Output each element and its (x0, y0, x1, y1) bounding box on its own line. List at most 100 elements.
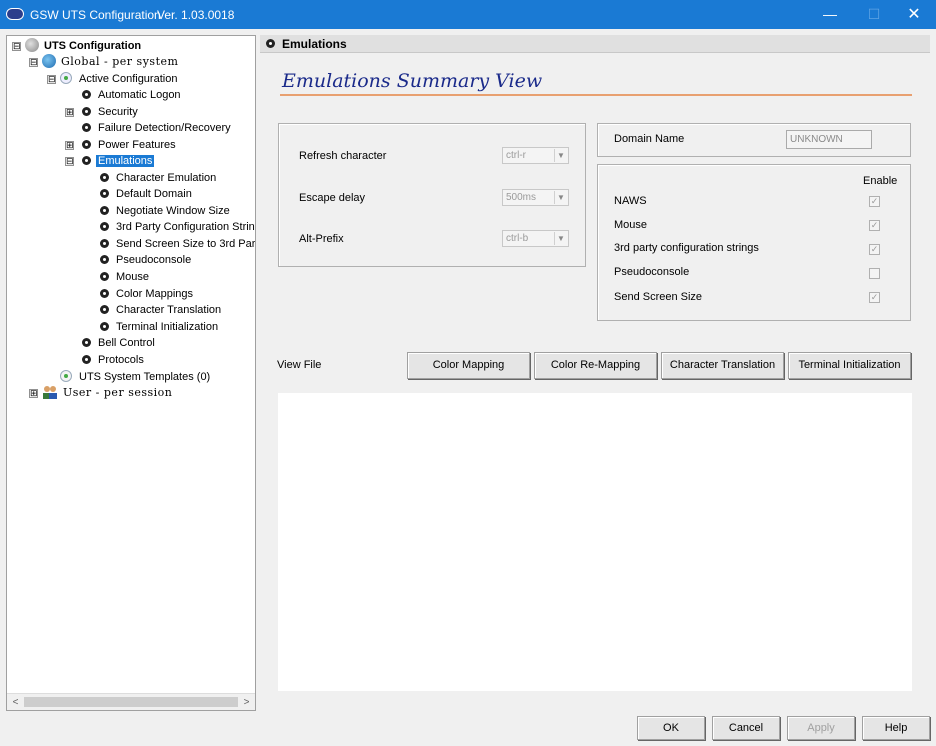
gear-icon (82, 156, 91, 165)
color-mapping-button[interactable]: Color Mapping (407, 352, 530, 379)
scroll-right-button[interactable]: > (238, 694, 255, 710)
tree-item-global[interactable]: Global - per system (42, 54, 180, 70)
tree-item-uts-system-templates[interactable]: UTS System Templates (0) (60, 369, 212, 385)
option-pseudoconsole-checkbox[interactable] (869, 268, 880, 279)
gear-icon (100, 272, 109, 281)
maximize-button[interactable]: ☐ (852, 0, 896, 29)
option-naws-label: NAWS (614, 195, 647, 207)
key-settings-group: Refresh character ctrl-r ▼ Escape delay … (278, 123, 586, 267)
gear-icon (100, 189, 109, 198)
tree-expander-uts-configuration[interactable]: ⊟ (12, 42, 21, 51)
users-icon (42, 385, 58, 399)
file-viewer-area[interactable] (278, 393, 912, 691)
refresh-character-label: Refresh character (299, 150, 387, 162)
minimize-button[interactable]: — (808, 0, 852, 29)
gear-icon (100, 173, 109, 182)
active-configuration-icon (60, 72, 72, 84)
enable-options-group: Enable NAWS ✓ Mouse ✓ 3rd party configur… (597, 164, 911, 321)
emulations-panel: Emulations Emulations Summary View Refre… (260, 35, 930, 711)
domain-name-label: Domain Name (614, 133, 685, 145)
scroll-left-button[interactable]: < (7, 694, 24, 710)
gear-icon (82, 107, 91, 116)
gear-icon (82, 140, 91, 149)
apply-button[interactable]: Apply (787, 716, 855, 740)
tree-item-default-domain[interactable]: Default Domain (100, 186, 194, 202)
panel-header: Emulations (260, 35, 930, 53)
tree-expander-emulations[interactable]: ⊟ (65, 157, 74, 166)
tree-item-failure-detection[interactable]: Failure Detection/Recovery (82, 120, 233, 136)
gear-icon (100, 305, 109, 314)
option-mouse-checkbox[interactable]: ✓ (869, 220, 880, 231)
refresh-character-select[interactable]: ctrl-r ▼ (502, 147, 569, 164)
uts-configuration-icon (25, 38, 39, 52)
tree-item-send-screen-size[interactable]: Send Screen Size to 3rd Party (100, 236, 255, 252)
tree-item-color-mappings[interactable]: Color Mappings (100, 286, 195, 302)
scroll-thumb[interactable] (24, 697, 238, 707)
terminal-initialization-button[interactable]: Terminal Initialization (788, 352, 911, 379)
tree-item-bell-control[interactable]: Bell Control (82, 335, 157, 351)
alt-prefix-label: Alt-Prefix (299, 233, 344, 245)
config-tree[interactable]: ⊟ UTS Configuration ⊟ Global - per syste… (6, 35, 256, 711)
domain-group: Domain Name UNKNOWN (597, 123, 911, 157)
gear-icon (100, 239, 109, 248)
window-title: GSW UTS Configuration (30, 8, 161, 22)
tree-item-user[interactable]: User - per session (42, 385, 174, 401)
gear-icon (100, 206, 109, 215)
gear-icon (100, 322, 109, 331)
color-remapping-button[interactable]: Color Re-Mapping (534, 352, 657, 379)
chevron-down-icon: ▼ (554, 232, 567, 245)
option-send-screen-size-checkbox[interactable]: ✓ (869, 292, 880, 303)
templates-icon (60, 370, 72, 382)
option-mouse-label: Mouse (614, 219, 648, 231)
tree-expander-power-features[interactable]: ⊞ (65, 141, 74, 150)
globe-icon (42, 54, 56, 68)
tree-item-emulations[interactable]: Emulations (82, 153, 155, 169)
gear-icon (82, 90, 91, 99)
cancel-button[interactable]: Cancel (712, 716, 780, 740)
escape-delay-select[interactable]: 500ms ▼ (502, 189, 569, 206)
tree-horizontal-scrollbar[interactable]: < > (7, 693, 255, 710)
gear-icon (100, 289, 109, 298)
tree-expander-security[interactable]: ⊞ (65, 108, 74, 117)
tree-item-terminal-initialization[interactable]: Terminal Initialization (100, 319, 220, 335)
tree-item-automatic-logon[interactable]: Automatic Logon (82, 87, 183, 103)
title-bar: GSW UTS Configuration Ver. 1.03.0018 — ☐… (0, 0, 936, 29)
gear-icon (82, 355, 91, 364)
option-pseudoconsole-label: Pseudoconsole (614, 266, 690, 278)
option-send-screen-size-label: Send Screen Size (614, 291, 703, 303)
gear-icon (266, 39, 275, 48)
view-file-label: View File (277, 359, 322, 371)
option-3rd-party-checkbox[interactable]: ✓ (869, 244, 880, 255)
tree-item-active-configuration[interactable]: Active Configuration (60, 71, 179, 87)
tree-item-mouse[interactable]: Mouse (100, 269, 151, 285)
tree-item-power-features[interactable]: Power Features (82, 137, 178, 153)
option-3rd-party-label: 3rd party configuration strings (614, 242, 759, 254)
close-button[interactable]: ✕ (892, 0, 936, 29)
panel-header-title: Emulations (282, 37, 347, 51)
gear-icon (82, 123, 91, 132)
tree-expander-user[interactable]: ⊞ (29, 389, 38, 398)
tree-expander-global[interactable]: ⊟ (29, 58, 38, 67)
tree-item-uts-configuration[interactable]: UTS Configuration (25, 38, 143, 54)
option-naws-checkbox[interactable]: ✓ (869, 196, 880, 207)
tree-item-character-emulation[interactable]: Character Emulation (100, 170, 218, 186)
character-translation-button[interactable]: Character Translation (661, 352, 784, 379)
tree-item-pseudoconsole[interactable]: Pseudoconsole (100, 252, 193, 268)
ok-button[interactable]: OK (637, 716, 705, 740)
tree-expander-active-configuration[interactable]: ⊟ (47, 75, 56, 84)
chevron-down-icon: ▼ (554, 149, 567, 162)
enable-header: Enable (863, 175, 898, 187)
domain-name-field[interactable]: UNKNOWN (786, 130, 872, 149)
tree-item-security[interactable]: Security (82, 104, 140, 120)
gear-icon (100, 255, 109, 264)
tree-item-negotiate-window-size[interactable]: Negotiate Window Size (100, 203, 232, 219)
alt-prefix-select[interactable]: ctrl-b ▼ (502, 230, 569, 247)
tree-item-character-translation[interactable]: Character Translation (100, 302, 223, 318)
help-button[interactable]: Help (862, 716, 930, 740)
summary-view-title: Emulations Summary View (282, 70, 543, 92)
tree-item-protocols[interactable]: Protocols (82, 352, 146, 368)
tree-item-3rd-party-config[interactable]: 3rd Party Configuration Strin (100, 219, 255, 235)
gear-icon (82, 338, 91, 347)
gear-icon (100, 222, 109, 231)
title-divider (280, 94, 912, 96)
